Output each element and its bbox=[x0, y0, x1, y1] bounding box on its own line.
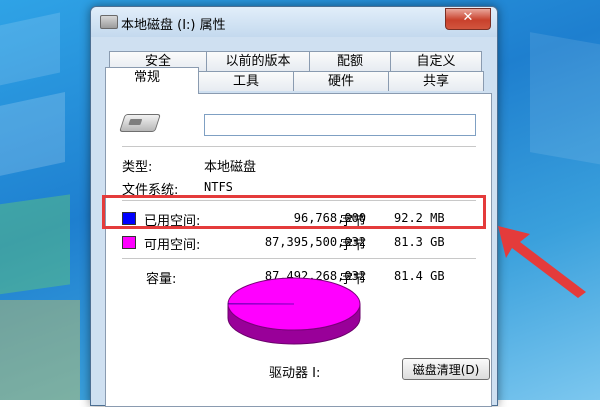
type-label: 类型: bbox=[122, 156, 152, 175]
close-button[interactable]: ✕ bbox=[445, 8, 491, 30]
tab-hardware[interactable]: 硬件 bbox=[293, 71, 389, 91]
free-space-bytes: 87,395,500,032 bbox=[186, 235, 366, 249]
volume-label-input[interactable] bbox=[204, 114, 476, 136]
filesystem-value: NTFS bbox=[204, 180, 233, 194]
capacity-size: 81.4 GB bbox=[394, 269, 445, 283]
tab-quota[interactable]: 配额 bbox=[309, 51, 391, 71]
tab-previous-versions[interactable]: 以前的版本 bbox=[206, 51, 310, 71]
tab-general[interactable]: 常规 bbox=[105, 67, 199, 94]
type-value: 本地磁盘 bbox=[204, 156, 256, 175]
wallpaper-pane bbox=[530, 32, 600, 168]
wallpaper-pane bbox=[0, 92, 65, 178]
capacity-label: 容量: bbox=[146, 268, 176, 287]
title-bar[interactable]: 本地磁盘 (I:) 属性 ✕ bbox=[91, 7, 497, 37]
used-space-highlight-box bbox=[102, 195, 486, 229]
hard-drive-icon bbox=[119, 114, 161, 132]
divider bbox=[122, 146, 476, 147]
drive-letter-label: 驱动器 I: bbox=[269, 362, 320, 381]
tab-customize[interactable]: 自定义 bbox=[390, 51, 482, 71]
disk-usage-pie-chart bbox=[224, 274, 364, 352]
wallpaper-pane bbox=[0, 194, 70, 295]
drive-title-icon bbox=[100, 15, 118, 29]
wallpaper-pane bbox=[0, 13, 60, 88]
general-panel: 类型: 本地磁盘 文件系统: NTFS 已用空间: 96,768,000 字节 … bbox=[105, 93, 492, 407]
window-title: 本地磁盘 (I:) 属性 bbox=[121, 14, 226, 33]
free-space-size: 81.3 GB bbox=[394, 235, 445, 249]
free-space-unit: 字节 bbox=[340, 234, 366, 253]
tab-tools[interactable]: 工具 bbox=[198, 71, 294, 91]
red-arrow-annotation bbox=[490, 218, 590, 298]
tab-sharing[interactable]: 共享 bbox=[388, 71, 484, 91]
divider bbox=[122, 258, 476, 259]
free-space-swatch bbox=[122, 236, 136, 249]
wallpaper-pane bbox=[0, 300, 80, 400]
disk-cleanup-button[interactable]: 磁盘清理(D) bbox=[402, 358, 490, 380]
